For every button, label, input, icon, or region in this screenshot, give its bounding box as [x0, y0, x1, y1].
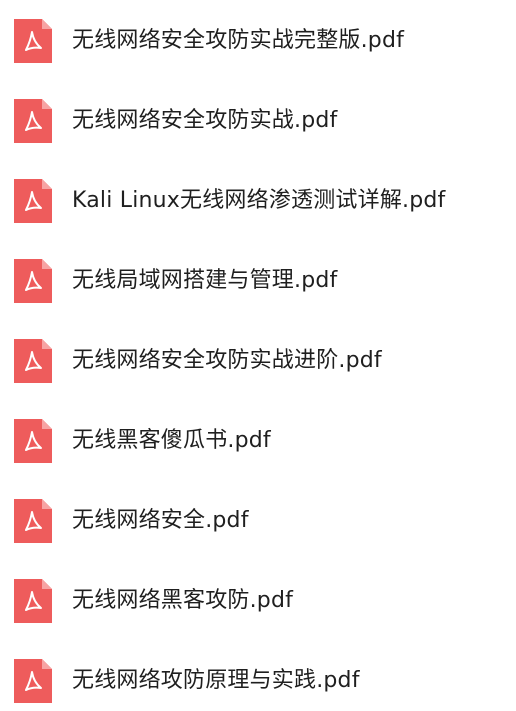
- list-item[interactable]: 无线网络安全攻防实战完整版.pdf: [0, 11, 516, 71]
- list-item[interactable]: 无线网络安全攻防实战.pdf: [0, 91, 516, 151]
- pdf-file-icon: [14, 19, 52, 63]
- list-item[interactable]: 无线黑客傻瓜书.pdf: [0, 411, 516, 471]
- pdf-file-icon: [14, 259, 52, 303]
- list-item[interactable]: 无线网络攻防原理与实践.pdf: [0, 651, 516, 711]
- file-name: 无线黑客傻瓜书.pdf: [72, 428, 271, 453]
- file-name: 无线网络黑客攻防.pdf: [72, 588, 294, 613]
- list-item[interactable]: 无线网络黑客攻防.pdf: [0, 571, 516, 631]
- pdf-file-icon: [14, 99, 52, 143]
- list-item[interactable]: 无线局域网搭建与管理.pdf: [0, 251, 516, 311]
- pdf-file-icon: [14, 339, 52, 383]
- pdf-file-icon: [14, 659, 52, 703]
- list-item[interactable]: 无线网络安全攻防实战进阶.pdf: [0, 331, 516, 391]
- file-list: 无线网络安全攻防实战完整版.pdf 无线网络安全攻防实战.pdf Kali Li…: [0, 0, 516, 711]
- file-name: 无线网络安全攻防实战完整版.pdf: [72, 28, 405, 53]
- list-item[interactable]: 无线网络安全.pdf: [0, 491, 516, 551]
- file-name: 无线网络攻防原理与实践.pdf: [72, 668, 360, 693]
- list-item[interactable]: Kali Linux无线网络渗透测试详解.pdf: [0, 171, 516, 231]
- file-name: 无线网络安全攻防实战.pdf: [72, 108, 338, 133]
- file-name: 无线局域网搭建与管理.pdf: [72, 268, 338, 293]
- file-name: 无线网络安全攻防实战进阶.pdf: [72, 348, 382, 373]
- pdf-file-icon: [14, 579, 52, 623]
- pdf-file-icon: [14, 419, 52, 463]
- pdf-file-icon: [14, 179, 52, 223]
- pdf-file-icon: [14, 499, 52, 543]
- file-name: 无线网络安全.pdf: [72, 508, 249, 533]
- file-name: Kali Linux无线网络渗透测试详解.pdf: [72, 188, 446, 213]
